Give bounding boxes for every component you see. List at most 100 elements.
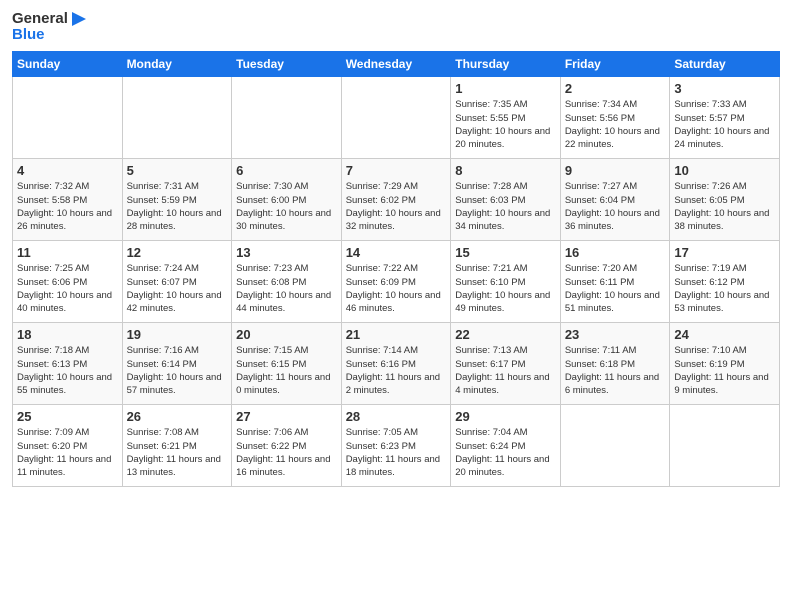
calendar-cell: 2 Sunrise: 7:34 AM Sunset: 5:56 PM Daylig… <box>560 77 670 159</box>
day-number: 8 <box>455 163 556 178</box>
day-number: 25 <box>17 409 118 424</box>
day-detail: Sunrise: 7:25 AM Sunset: 6:06 PM Dayligh… <box>17 262 118 315</box>
logo-arrow-icon <box>70 10 88 28</box>
day-number: 27 <box>236 409 337 424</box>
calendar-cell: 16 Sunrise: 7:20 AM Sunset: 6:11 PM Dayli… <box>560 241 670 323</box>
day-number: 18 <box>17 327 118 342</box>
weekday-header-monday: Monday <box>122 52 232 77</box>
calendar-cell: 24 Sunrise: 7:10 AM Sunset: 6:19 PM Dayli… <box>670 323 780 405</box>
day-number: 13 <box>236 245 337 260</box>
day-detail: Sunrise: 7:26 AM Sunset: 6:05 PM Dayligh… <box>674 180 775 233</box>
weekday-header-sunday: Sunday <box>13 52 123 77</box>
calendar-cell: 6 Sunrise: 7:30 AM Sunset: 6:00 PM Daylig… <box>232 159 342 241</box>
day-number: 12 <box>127 245 228 260</box>
calendar-week-4: 18 Sunrise: 7:18 AM Sunset: 6:13 PM Dayli… <box>13 323 780 405</box>
day-detail: Sunrise: 7:10 AM Sunset: 6:19 PM Dayligh… <box>674 344 775 397</box>
calendar-cell: 25Sunrise: 7:09 AM Sunset: 6:20 PM Dayli… <box>13 405 123 487</box>
day-number: 2 <box>565 81 666 96</box>
calendar-cell: 3 Sunrise: 7:33 AM Sunset: 5:57 PM Daylig… <box>670 77 780 159</box>
day-detail: Sunrise: 7:29 AM Sunset: 6:02 PM Dayligh… <box>346 180 447 233</box>
day-number: 21 <box>346 327 447 342</box>
logo: General Blue <box>12 10 88 43</box>
page-container: General Blue SundayMondayTuesdayWednesda… <box>0 0 792 497</box>
day-detail: Sunrise: 7:30 AM Sunset: 6:00 PM Dayligh… <box>236 180 337 233</box>
day-detail: Sunrise: 7:33 AM Sunset: 5:57 PM Dayligh… <box>674 98 775 151</box>
day-detail: Sunrise: 7:04 AM Sunset: 6:24 PM Dayligh… <box>455 426 556 479</box>
day-number: 5 <box>127 163 228 178</box>
day-number: 4 <box>17 163 118 178</box>
day-detail: Sunrise: 7:32 AM Sunset: 5:58 PM Dayligh… <box>17 180 118 233</box>
day-detail: Sunrise: 7:24 AM Sunset: 6:07 PM Dayligh… <box>127 262 228 315</box>
calendar-cell: 4 Sunrise: 7:32 AM Sunset: 5:58 PM Daylig… <box>13 159 123 241</box>
day-number: 22 <box>455 327 556 342</box>
day-detail: Sunrise: 7:16 AM Sunset: 6:14 PM Dayligh… <box>127 344 228 397</box>
day-detail: Sunrise: 7:13 AM Sunset: 6:17 PM Dayligh… <box>455 344 556 397</box>
day-number: 3 <box>674 81 775 96</box>
calendar-cell: 21 Sunrise: 7:14 AM Sunset: 6:16 PM Dayli… <box>341 323 451 405</box>
day-detail: Sunrise: 7:14 AM Sunset: 6:16 PM Dayligh… <box>346 344 447 397</box>
weekday-header-tuesday: Tuesday <box>232 52 342 77</box>
day-number: 16 <box>565 245 666 260</box>
calendar-cell <box>232 77 342 159</box>
day-number: 7 <box>346 163 447 178</box>
day-detail: Sunrise: 7:19 AM Sunset: 6:12 PM Dayligh… <box>674 262 775 315</box>
calendar-cell <box>13 77 123 159</box>
day-number: 19 <box>127 327 228 342</box>
day-detail: Sunrise: 7:27 AM Sunset: 6:04 PM Dayligh… <box>565 180 666 233</box>
calendar-cell: 13 Sunrise: 7:23 AM Sunset: 6:08 PM Dayli… <box>232 241 342 323</box>
day-detail: Sunrise: 7:20 AM Sunset: 6:11 PM Dayligh… <box>565 262 666 315</box>
day-detail: Sunrise: 7:18 AM Sunset: 6:13 PM Dayligh… <box>17 344 118 397</box>
calendar-cell: 14Sunrise: 7:22 AM Sunset: 6:09 PM Dayli… <box>341 241 451 323</box>
calendar-cell: 18 Sunrise: 7:18 AM Sunset: 6:13 PM Dayli… <box>13 323 123 405</box>
day-number: 26 <box>127 409 228 424</box>
weekday-header-thursday: Thursday <box>451 52 561 77</box>
calendar-cell: 26Sunrise: 7:08 AM Sunset: 6:21 PM Dayli… <box>122 405 232 487</box>
calendar-cell <box>341 77 451 159</box>
day-number: 29 <box>455 409 556 424</box>
calendar-cell: 1Sunrise: 7:35 AM Sunset: 5:55 PM Daylig… <box>451 77 561 159</box>
day-number: 1 <box>455 81 556 96</box>
day-number: 9 <box>565 163 666 178</box>
day-detail: Sunrise: 7:15 AM Sunset: 6:15 PM Dayligh… <box>236 344 337 397</box>
header: General Blue <box>12 10 780 43</box>
day-detail: Sunrise: 7:21 AM Sunset: 6:10 PM Dayligh… <box>455 262 556 315</box>
calendar-cell: 17 Sunrise: 7:19 AM Sunset: 6:12 PM Dayli… <box>670 241 780 323</box>
calendar-cell: 9 Sunrise: 7:27 AM Sunset: 6:04 PM Daylig… <box>560 159 670 241</box>
calendar-week-3: 11 Sunrise: 7:25 AM Sunset: 6:06 PM Dayli… <box>13 241 780 323</box>
day-detail: Sunrise: 7:23 AM Sunset: 6:08 PM Dayligh… <box>236 262 337 315</box>
day-number: 20 <box>236 327 337 342</box>
day-number: 11 <box>17 245 118 260</box>
day-number: 6 <box>236 163 337 178</box>
calendar-cell: 20 Sunrise: 7:15 AM Sunset: 6:15 PM Dayli… <box>232 323 342 405</box>
calendar-cell <box>122 77 232 159</box>
logo-blue-text: Blue <box>12 26 45 43</box>
calendar-cell: 5 Sunrise: 7:31 AM Sunset: 5:59 PM Daylig… <box>122 159 232 241</box>
weekday-header-wednesday: Wednesday <box>341 52 451 77</box>
calendar-cell: 29 Sunrise: 7:04 AM Sunset: 6:24 PM Dayli… <box>451 405 561 487</box>
weekday-header-friday: Friday <box>560 52 670 77</box>
calendar-cell <box>560 405 670 487</box>
day-number: 15 <box>455 245 556 260</box>
day-number: 17 <box>674 245 775 260</box>
calendar-cell: 11 Sunrise: 7:25 AM Sunset: 6:06 PM Dayli… <box>13 241 123 323</box>
weekday-header-row: SundayMondayTuesdayWednesdayThursdayFrid… <box>13 52 780 77</box>
day-detail: Sunrise: 7:11 AM Sunset: 6:18 PM Dayligh… <box>565 344 666 397</box>
calendar-cell: 28Sunrise: 7:05 AM Sunset: 6:23 PM Dayli… <box>341 405 451 487</box>
calendar-cell: 15 Sunrise: 7:21 AM Sunset: 6:10 PM Dayli… <box>451 241 561 323</box>
calendar-cell <box>670 405 780 487</box>
calendar-cell: 12 Sunrise: 7:24 AM Sunset: 6:07 PM Dayli… <box>122 241 232 323</box>
day-number: 23 <box>565 327 666 342</box>
day-detail: Sunrise: 7:31 AM Sunset: 5:59 PM Dayligh… <box>127 180 228 233</box>
weekday-header-saturday: Saturday <box>670 52 780 77</box>
calendar-table: SundayMondayTuesdayWednesdayThursdayFrid… <box>12 51 780 487</box>
calendar-cell: 22 Sunrise: 7:13 AM Sunset: 6:17 PM Dayli… <box>451 323 561 405</box>
calendar-week-5: 25Sunrise: 7:09 AM Sunset: 6:20 PM Dayli… <box>13 405 780 487</box>
day-number: 28 <box>346 409 447 424</box>
day-number: 24 <box>674 327 775 342</box>
day-detail: Sunrise: 7:34 AM Sunset: 5:56 PM Dayligh… <box>565 98 666 151</box>
calendar-cell: 7 Sunrise: 7:29 AM Sunset: 6:02 PM Daylig… <box>341 159 451 241</box>
calendar-cell: 23 Sunrise: 7:11 AM Sunset: 6:18 PM Dayli… <box>560 323 670 405</box>
day-number: 10 <box>674 163 775 178</box>
day-detail: Sunrise: 7:22 AM Sunset: 6:09 PM Dayligh… <box>346 262 447 315</box>
calendar-week-2: 4 Sunrise: 7:32 AM Sunset: 5:58 PM Daylig… <box>13 159 780 241</box>
